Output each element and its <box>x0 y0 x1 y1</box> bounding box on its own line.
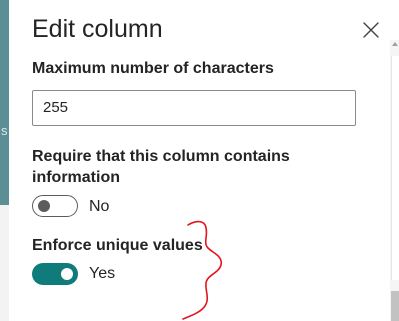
require-info-label: Require that this column contains inform… <box>32 148 290 186</box>
close-button[interactable] <box>359 18 383 42</box>
unique-values-label: Enforce unique values <box>32 237 203 254</box>
background-teal-area: s <box>0 0 9 205</box>
scrollbar-region <box>391 56 399 280</box>
background-page: s <box>0 0 11 321</box>
background-text: s <box>1 123 8 138</box>
edit-column-panel: Edit column Maximum number of characters… <box>11 0 399 321</box>
require-info-toggle[interactable] <box>32 195 78 217</box>
unique-values-toggle[interactable] <box>32 263 78 285</box>
close-icon <box>363 22 379 38</box>
toggle-knob <box>61 268 73 280</box>
scrollbar-thumb[interactable] <box>391 291 399 321</box>
toggle-knob <box>38 200 50 212</box>
panel-title: Edit column <box>32 15 163 43</box>
scroll-up-arrow-icon[interactable] <box>391 40 399 48</box>
unique-values-state: Yes <box>89 265 116 282</box>
require-info-state: No <box>89 198 110 215</box>
background-grey-area <box>0 205 9 321</box>
max-chars-input[interactable]: 255 <box>32 90 356 126</box>
max-chars-label: Maximum number of characters <box>32 60 274 77</box>
